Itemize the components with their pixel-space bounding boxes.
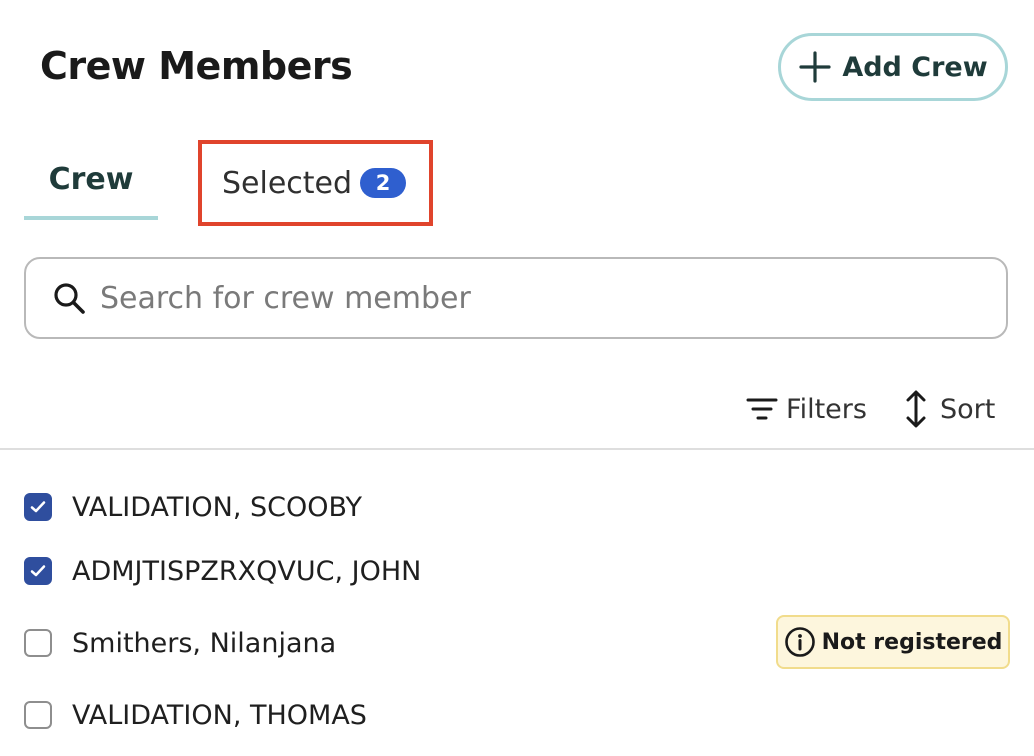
tab-crew[interactable]: Crew [24, 150, 158, 220]
crew-name: VALIDATION, SCOOBY [72, 491, 363, 523]
page-title: Crew Members [40, 44, 353, 88]
filter-icon [746, 398, 778, 420]
sort-arrows-icon [906, 390, 926, 428]
not-registered-badge: Not registered [776, 615, 1010, 669]
crew-checkbox[interactable] [24, 701, 52, 729]
tab-crew-label: Crew [48, 162, 134, 197]
crew-checkbox[interactable] [24, 629, 52, 657]
checkmark-icon [30, 565, 46, 577]
add-crew-label: Add Crew [842, 51, 988, 83]
info-icon [784, 627, 815, 657]
sort-button[interactable]: Sort [900, 386, 995, 432]
crew-name: Smithers, Nilanjana [72, 627, 337, 659]
crew-checkbox[interactable] [24, 493, 52, 521]
crew-name: VALIDATION, THOMAS [72, 699, 367, 731]
crew-list-item[interactable]: ADMJTISPZRXQVUC, JOHN [24, 546, 1010, 596]
selected-count-badge: 2 [360, 168, 407, 198]
filters-label: Filters [786, 393, 867, 425]
divider [0, 448, 1034, 450]
crew-list-item[interactable]: VALIDATION, SCOOBY [24, 482, 1010, 532]
filters-button[interactable]: Filters [746, 386, 867, 432]
checkmark-icon [30, 501, 46, 513]
search-field[interactable] [24, 257, 1008, 339]
search-icon [54, 283, 85, 314]
crew-members-panel: Crew Members Add Crew Crew Selected 2 Fi… [0, 0, 1034, 756]
tab-selected-label: Selected [222, 165, 353, 201]
tab-selected[interactable]: Selected 2 [198, 140, 433, 226]
sort-label: Sort [940, 393, 996, 425]
add-crew-button[interactable]: Add Crew [778, 33, 1008, 101]
crew-list-item[interactable]: VALIDATION, THOMAS [24, 690, 1010, 740]
not-registered-label: Not registered [821, 629, 1003, 655]
plus-icon [799, 51, 831, 83]
search-input[interactable] [98, 279, 962, 317]
crew-name: ADMJTISPZRXQVUC, JOHN [72, 555, 422, 587]
crew-list-item[interactable]: Smithers, Nilanjana Not registered [24, 615, 1010, 669]
crew-checkbox[interactable] [24, 557, 52, 585]
